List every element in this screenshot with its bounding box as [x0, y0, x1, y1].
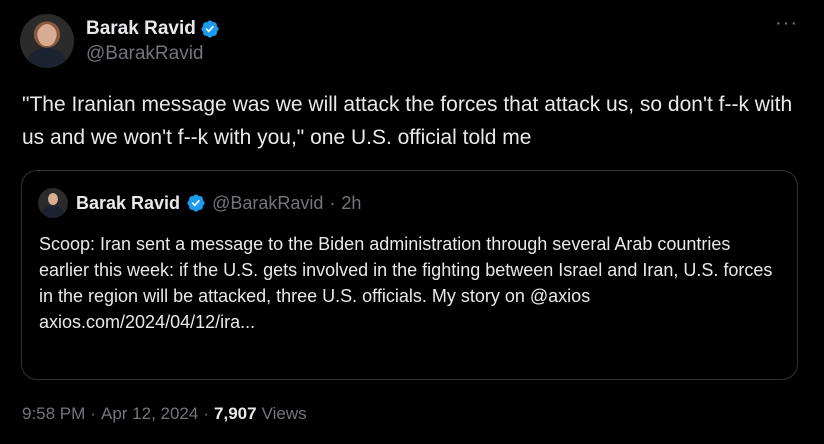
- quoted-handle[interactable]: @BarakRavid: [212, 193, 323, 214]
- views-count: 7,907: [214, 404, 257, 423]
- tweet-header: Barak Ravid @BarakRavid: [20, 12, 220, 70]
- quoted-avatar[interactable]: [38, 188, 68, 218]
- verified-badge-icon[interactable]: [200, 19, 220, 39]
- footer-separator: ·: [90, 404, 96, 423]
- quoted-display-name[interactable]: Barak Ravid: [76, 193, 180, 214]
- quoted-text-body: Scoop: Iran sent a message to the Biden …: [39, 234, 773, 306]
- quoted-tweet-header: Barak Ravid @BarakRavid · 2h: [38, 188, 361, 218]
- quoted-link[interactable]: axios.com/2024/04/12/ira...: [39, 309, 784, 335]
- tweet-footer: 9:58 PM · Apr 12, 2024 · 7,907 Views: [22, 404, 307, 424]
- footer-separator: ·: [203, 404, 210, 423]
- quoted-tweet[interactable]: Barak Ravid @BarakRavid · 2h Scoop: Iran…: [21, 170, 798, 380]
- tweet-text: "The Iranian message was we will attack …: [22, 93, 793, 149]
- views-label: Views: [261, 404, 307, 423]
- tweet: Barak Ravid @BarakRavid ··· "The Iranian…: [0, 0, 824, 444]
- name-row: Barak Ravid: [86, 18, 220, 40]
- quoted-timestamp[interactable]: 2h: [341, 193, 361, 214]
- quoted-separator: ·: [329, 192, 336, 213]
- author-display-name[interactable]: Barak Ravid: [86, 18, 196, 40]
- author-handle[interactable]: @BarakRavid: [86, 43, 220, 65]
- tweet-date[interactable]: Apr 12, 2024: [101, 404, 198, 424]
- author-names: Barak Ravid @BarakRavid: [86, 18, 220, 65]
- tweet-time[interactable]: 9:58 PM: [22, 404, 85, 424]
- more-options-icon[interactable]: ···: [775, 13, 798, 33]
- avatar[interactable]: [20, 14, 74, 68]
- quoted-tweet-text: Scoop: Iran sent a message to the Biden …: [39, 231, 784, 335]
- quoted-verified-badge-icon: [186, 193, 206, 213]
